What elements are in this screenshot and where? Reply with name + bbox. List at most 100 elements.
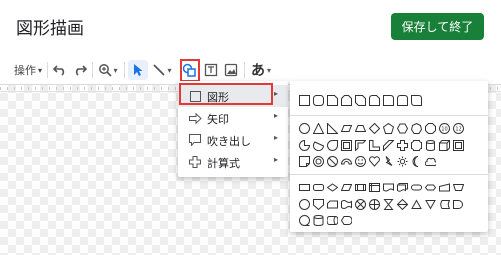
menu-item-callouts[interactable]: 吹き出し ▸ xyxy=(178,129,288,151)
parallelogram-shape[interactable] xyxy=(339,121,353,135)
menu-item-label: 吹き出し xyxy=(207,135,251,148)
flowchart-terminator-shape[interactable] xyxy=(409,180,423,194)
arrow-icon xyxy=(188,111,202,125)
flowchart-delay-shape[interactable] xyxy=(451,197,465,211)
snip-same-side-rectangle-shape[interactable] xyxy=(339,93,353,107)
actions-label: 操作 xyxy=(14,64,36,77)
flowchart-sort-shape[interactable] xyxy=(395,197,409,211)
half-frame-shape[interactable] xyxy=(353,138,367,152)
flowchart-data-shape[interactable] xyxy=(339,180,353,194)
rectangle-shape[interactable] xyxy=(297,93,311,107)
menu-item-equations[interactable]: 計算式 ▸ xyxy=(178,151,288,173)
bevel-shape[interactable] xyxy=(451,138,465,152)
diagonal-stripe-shape[interactable] xyxy=(381,138,395,152)
cube-shape[interactable] xyxy=(437,138,451,152)
flowchart-merge-shape[interactable] xyxy=(423,197,437,211)
flowchart-predefined-process-shape[interactable] xyxy=(353,180,367,194)
flowchart-manual-operation-shape[interactable] xyxy=(451,180,465,194)
round-diagonal-rectangle-shape[interactable] xyxy=(409,93,423,107)
round-corner-rectangle-shape[interactable] xyxy=(381,93,395,107)
heart-shape[interactable] xyxy=(367,154,381,168)
zoom-icon[interactable]: ▾ xyxy=(95,60,121,80)
can-shape[interactable] xyxy=(423,138,437,152)
flowchart-display-shape[interactable] xyxy=(339,213,353,227)
flowchart-preparation-shape[interactable] xyxy=(423,180,437,194)
cloud-shape[interactable] xyxy=(423,154,437,168)
image-icon[interactable] xyxy=(221,60,241,80)
submenu-arrow-icon: ▸ xyxy=(274,155,279,164)
block-arc-shape[interactable] xyxy=(339,154,353,168)
rounded-rectangle-shape[interactable] xyxy=(311,93,325,107)
svg-text:10: 10 xyxy=(441,126,447,132)
flowchart-sequential-access-storage-shape[interactable] xyxy=(297,213,311,227)
flowchart-offpage-connector-shape[interactable] xyxy=(311,197,325,211)
cross-shape[interactable] xyxy=(395,138,409,152)
line-icon[interactable]: ▾ xyxy=(149,60,175,80)
page-title: 図形描画 xyxy=(16,19,84,39)
flowchart-process-shape[interactable] xyxy=(297,180,311,194)
flowchart-card-shape[interactable] xyxy=(325,197,339,211)
chord-shape[interactable] xyxy=(311,138,325,152)
flowchart-internal-storage-shape[interactable] xyxy=(367,180,381,194)
shape-gallery: 10 12 xyxy=(290,81,488,232)
flowchart-alternate-process-shape[interactable] xyxy=(311,180,325,194)
submenu-arrow-icon: ▸ xyxy=(274,89,279,98)
flowchart-magnetic-disk-shape[interactable] xyxy=(311,213,325,227)
flowchart-stored-data-shape[interactable] xyxy=(437,197,451,211)
shape-tool-highlight xyxy=(180,59,200,82)
flowchart-collate-shape[interactable] xyxy=(381,197,395,211)
folded-corner-shape[interactable] xyxy=(297,154,311,168)
teardrop-shape[interactable] xyxy=(325,138,339,152)
menu-item-arrows[interactable]: 矢印 ▸ xyxy=(178,107,288,129)
undo-icon[interactable] xyxy=(50,60,70,80)
snip-corner-rectangle-shape[interactable] xyxy=(325,93,339,107)
oval-shape[interactable] xyxy=(297,121,311,135)
flowchart-connector-shape[interactable] xyxy=(297,197,311,211)
trapezoid-shape[interactable] xyxy=(353,121,367,135)
redo-icon[interactable] xyxy=(70,60,90,80)
flowchart-multidocument-shape[interactable] xyxy=(395,180,409,194)
save-and-close-button[interactable]: 保存して終了 xyxy=(391,13,484,40)
decagon-shape[interactable]: 10 xyxy=(437,121,451,135)
flowchart-punched-tape-shape[interactable] xyxy=(339,197,353,211)
sun-shape[interactable] xyxy=(395,154,409,168)
snip-diagonal-rectangle-shape[interactable] xyxy=(353,93,367,107)
flowchart-extract-shape[interactable] xyxy=(409,197,423,211)
flowchart-decision-shape[interactable] xyxy=(325,180,339,194)
gallery-divider xyxy=(290,174,488,175)
plaque-shape[interactable] xyxy=(409,138,423,152)
right-triangle-shape[interactable] xyxy=(325,121,339,135)
toolbar-divider xyxy=(244,62,245,78)
menu-item-label: 計算式 xyxy=(207,157,240,170)
equation-icon xyxy=(188,155,202,169)
pie-shape[interactable] xyxy=(297,138,311,152)
actions-menu[interactable]: 操作 ▾ xyxy=(14,56,42,84)
flowchart-document-shape[interactable] xyxy=(381,180,395,194)
wordart-button[interactable]: あ ▾ xyxy=(251,56,271,84)
l-shape[interactable] xyxy=(367,138,381,152)
heptagon-shape[interactable] xyxy=(409,121,423,135)
frame-shape[interactable] xyxy=(339,138,353,152)
pentagon-shape[interactable] xyxy=(381,121,395,135)
shapes-item-highlight xyxy=(179,83,273,105)
dodecagon-shape[interactable]: 12 xyxy=(451,121,465,135)
toolbar-divider xyxy=(47,62,48,78)
snip-round-rectangle-shape[interactable] xyxy=(367,93,381,107)
lightning-bolt-shape[interactable] xyxy=(381,154,395,168)
octagon-shape[interactable] xyxy=(423,121,437,135)
flowchart-summing-junction-shape[interactable] xyxy=(353,197,367,211)
flowchart-or-shape[interactable] xyxy=(367,197,381,211)
round-same-side-rectangle-shape[interactable] xyxy=(395,93,409,107)
flowchart-manual-input-shape[interactable] xyxy=(437,180,451,194)
flowchart-direct-access-storage-shape[interactable] xyxy=(325,213,339,227)
smiley-face-shape[interactable] xyxy=(353,154,367,168)
diamond-shape[interactable] xyxy=(367,121,381,135)
no-symbol-shape[interactable] xyxy=(325,154,339,168)
triangle-shape[interactable] xyxy=(311,121,325,135)
gallery-row-rectangles xyxy=(297,93,423,107)
select-cursor-icon[interactable] xyxy=(128,60,148,80)
hexagon-shape[interactable] xyxy=(395,121,409,135)
donut-shape[interactable] xyxy=(311,154,325,168)
textbox-icon[interactable] xyxy=(201,60,221,80)
moon-shape[interactable] xyxy=(409,154,423,168)
